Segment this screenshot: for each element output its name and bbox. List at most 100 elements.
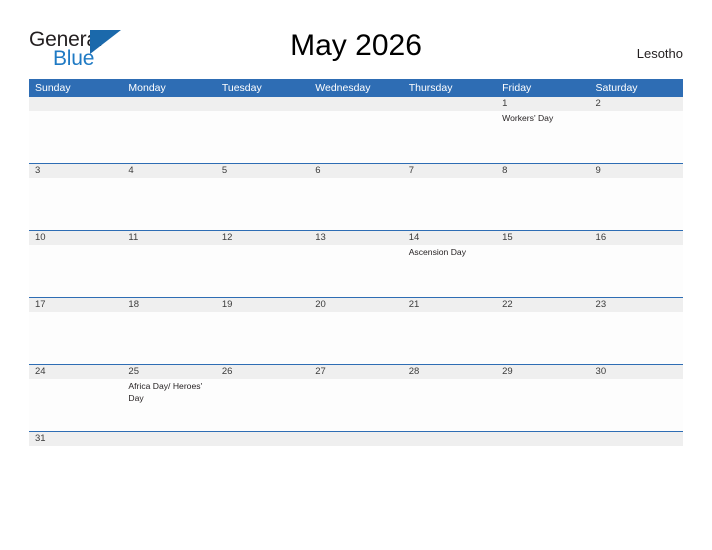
day-event-band [29,178,683,230]
day-event-1[interactable]: Workers' Day [496,111,589,163]
day-cell-empty [29,312,122,364]
day-number-empty [496,432,589,446]
day-number-4[interactable]: 4 [122,164,215,178]
day-number-10[interactable]: 10 [29,231,122,245]
day-cell-empty [403,111,496,163]
day-cell-empty [309,312,402,364]
day-number-band: 31 [29,432,683,446]
day-event-band [29,312,683,364]
day-number-empty [309,432,402,446]
day-number-12[interactable]: 12 [216,231,309,245]
day-number-1[interactable]: 1 [496,97,589,111]
page-header: General Blue May 2026 Lesotho [0,0,712,79]
weekday-header-tuesday: Tuesday [221,82,262,94]
day-number-empty [403,432,496,446]
day-cell-empty [29,178,122,230]
day-cell-empty [122,111,215,163]
calendar-week-row: 31 [29,431,683,446]
day-number-28[interactable]: 28 [403,365,496,379]
day-number-27[interactable]: 27 [309,365,402,379]
weekday-header-thursday: Thursday [408,82,453,94]
day-cell-empty [496,312,589,364]
day-number-11[interactable]: 11 [122,231,215,245]
day-number-band: 24 25 26 27 28 29 30 [29,365,683,379]
day-cell-empty [403,312,496,364]
day-cell-empty [309,245,402,297]
day-cell-empty [122,178,215,230]
day-cell-empty [122,245,215,297]
day-number-14[interactable]: 14 [403,231,496,245]
day-cell-empty [216,245,309,297]
day-cell-empty [309,178,402,230]
day-number-empty [122,432,215,446]
day-number-7[interactable]: 7 [403,164,496,178]
day-number-band: 10 11 12 13 14 15 16 [29,231,683,245]
day-number-22[interactable]: 22 [496,298,589,312]
day-number-empty [590,432,683,446]
weekday-header-friday: Friday [502,82,532,94]
day-number-21[interactable]: 21 [403,298,496,312]
day-event-14[interactable]: Ascension Day [403,245,496,297]
day-number-23[interactable]: 23 [590,298,683,312]
day-number-16[interactable]: 16 [590,231,683,245]
day-number-31[interactable]: 31 [29,432,122,446]
day-number-empty [309,97,402,111]
day-number-29[interactable]: 29 [496,365,589,379]
day-cell-empty [590,312,683,364]
day-cell-empty [496,245,589,297]
calendar-week-row: 3456789 [29,163,683,230]
day-number-13[interactable]: 13 [309,231,402,245]
weekday-header-monday: Monday [128,82,166,94]
day-number-band: 12 [29,97,683,111]
day-cell-empty [496,178,589,230]
day-cell-empty [29,245,122,297]
weekday-header-row: Sunday Monday Tuesday Wednesday Thursday Frid… [29,79,683,97]
day-cell-empty [590,245,683,297]
day-cell-empty [496,379,589,431]
day-number-17[interactable]: 17 [29,298,122,312]
day-cell-empty [309,379,402,431]
day-number-8[interactable]: 8 [496,164,589,178]
day-number-empty [122,97,215,111]
day-number-empty [29,97,122,111]
calendar-weeks: 1 2 Workers' Day 3 4 5 6 7 8 9 10 11 12 13 14 15 16 Ascen… [29,97,683,446]
day-number-15[interactable]: 15 [496,231,589,245]
page-title: May 2026 [290,29,422,62]
day-cell-empty [403,178,496,230]
day-number-30[interactable]: 30 [590,365,683,379]
day-number-band: 17 18 19 20 21 22 23 [29,298,683,312]
day-number-band: 3456789 [29,164,683,178]
day-cell-empty [590,111,683,163]
day-event-band: Ascension Day [29,245,683,297]
day-number-6[interactable]: 6 [309,164,402,178]
day-number-2[interactable]: 2 [590,97,683,111]
day-event-band: Workers' Day [29,111,683,163]
day-cell-empty [590,379,683,431]
calendar-week-row: 10 11 12 13 14 15 16 Ascension Day [29,230,683,297]
day-number-5[interactable]: 5 [216,164,309,178]
day-number-24[interactable]: 24 [29,365,122,379]
day-number-3[interactable]: 3 [29,164,122,178]
day-number-20[interactable]: 20 [309,298,402,312]
day-number-18[interactable]: 18 [122,298,215,312]
day-cell-empty [216,312,309,364]
day-cell-empty [216,178,309,230]
day-cell-empty [216,111,309,163]
day-number-19[interactable]: 19 [216,298,309,312]
day-number-26[interactable]: 26 [216,365,309,379]
day-number-empty [216,97,309,111]
day-number-25[interactable]: 25 [122,365,215,379]
day-cell-empty [29,111,122,163]
day-event-25[interactable]: Africa Day/ Heroes' Day [122,379,215,431]
calendar-week-row: 1 2 Workers' Day [29,97,683,163]
weekday-header-wednesday: Wednesday [315,82,371,94]
day-cell-empty [309,111,402,163]
country-label: Lesotho [636,46,683,61]
day-cell-empty [590,178,683,230]
day-number-9[interactable]: 9 [590,164,683,178]
calendar-week-row: 17 18 19 20 21 22 23 [29,297,683,364]
calendar-week-row: 24 25 26 27 28 29 30 Africa Day/ Heroes' Day [29,364,683,431]
calendar-grid: Sunday Monday Tuesday Wednesday Thursday Frid… [29,79,683,446]
day-number-empty [216,432,309,446]
day-cell-empty [216,379,309,431]
